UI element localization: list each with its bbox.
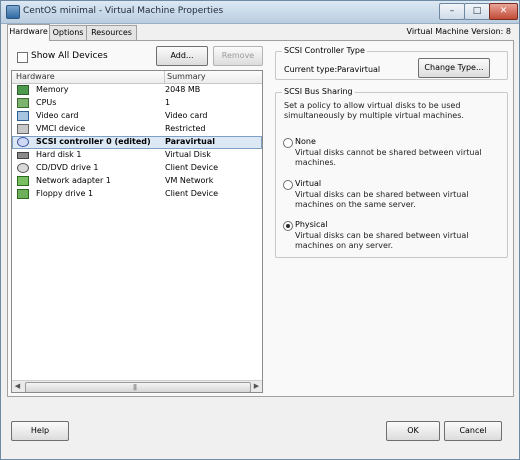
minimize-button[interactable]: –: [439, 3, 465, 20]
grip-icon: |||: [133, 384, 137, 391]
hardware-name: VMCI device: [36, 124, 86, 133]
radio-physical[interactable]: [283, 221, 293, 231]
ok-button[interactable]: OK: [386, 421, 440, 441]
radio-none-label[interactable]: None: [295, 137, 316, 147]
cd-dvd-icon: [17, 163, 29, 173]
hardware-name: SCSI controller 0 (edited): [36, 137, 151, 146]
hardware-name: Hard disk 1: [36, 150, 82, 159]
cancel-button[interactable]: Cancel: [444, 421, 502, 441]
hardware-summary: Restricted: [165, 124, 206, 133]
dialog-footer: Help OK Cancel: [1, 403, 519, 459]
hardware-name: CPUs: [36, 98, 57, 107]
hardware-summary: Paravirtual: [165, 137, 215, 146]
hardware-tab-panel: Show All Devices Add... Remove Hardware …: [7, 40, 514, 397]
hardware-row-scsi-controller[interactable]: SCSI controller 0 (edited) Paravirtual: [12, 136, 262, 149]
scsi-controller-type-title: SCSI Controller Type: [282, 46, 367, 55]
radio-virtual-description: Virtual disks can be shared between virt…: [295, 190, 469, 209]
scsi-controller-type-group: SCSI Controller Type Current type: Parav…: [275, 46, 508, 80]
vm-version-label: Virtual Machine Version: 8: [406, 27, 511, 36]
cpu-icon: [17, 98, 29, 108]
scroll-thumb[interactable]: |||: [25, 382, 251, 392]
virtual-machine-properties-dialog: CentOS minimal - Virtual Machine Propert…: [0, 0, 520, 460]
vm-app-icon: [6, 5, 20, 19]
hardware-name: Floppy drive 1: [36, 189, 94, 198]
window-title: CentOS minimal - Virtual Machine Propert…: [23, 6, 224, 16]
hardware-row-cd-dvd[interactable]: CD/DVD drive 1 Client Device: [12, 162, 262, 175]
tab-options[interactable]: Options: [48, 25, 88, 40]
horizontal-scrollbar[interactable]: ◀ ||| ▶: [12, 380, 262, 392]
hardware-column-header[interactable]: Hardware: [16, 72, 55, 81]
hardware-row-cpus[interactable]: CPUs 1: [12, 97, 262, 110]
hardware-summary: 1: [165, 98, 171, 107]
hardware-list: Hardware Summary Memory 2048 MB CPUs 1 V…: [11, 70, 263, 393]
scsi-controller-icon: [17, 137, 29, 147]
scsi-bus-sharing-group: SCSI Bus Sharing Set a policy to allow v…: [275, 87, 508, 258]
hardware-name: Video card: [36, 111, 79, 120]
hardware-name: CD/DVD drive 1: [36, 163, 99, 172]
hardware-summary: Virtual Disk: [165, 150, 211, 159]
hardware-summary: Client Device: [165, 163, 219, 172]
radio-virtual-label[interactable]: Virtual: [295, 179, 321, 189]
hardware-summary: 2048 MB: [165, 85, 201, 94]
network-adapter-icon: [17, 176, 29, 186]
radio-none-description: Virtual disks cannot be shared between v…: [295, 148, 482, 167]
hardware-row-video-card[interactable]: Video card Video card: [12, 110, 262, 123]
radio-physical-label[interactable]: Physical: [295, 220, 328, 230]
maximize-button[interactable]: □: [464, 3, 490, 20]
summary-column-header[interactable]: Summary: [167, 72, 206, 81]
hardware-name: Memory: [36, 85, 69, 94]
tab-hardware[interactable]: Hardware: [7, 24, 50, 41]
tab-resources[interactable]: Resources: [86, 25, 137, 40]
hardware-row-network-adapter[interactable]: Network adapter 1 VM Network: [12, 175, 262, 188]
memory-icon: [17, 85, 29, 95]
scroll-right-icon[interactable]: ▶: [251, 381, 262, 392]
scroll-left-icon[interactable]: ◀: [12, 381, 23, 392]
radio-none[interactable]: [283, 138, 293, 148]
add-hardware-button[interactable]: Add...: [156, 46, 208, 66]
show-all-devices-label[interactable]: Show All Devices: [31, 51, 108, 61]
scsi-bus-sharing-intro: Set a policy to allow virtual disks to b…: [284, 101, 464, 120]
hardware-row-hard-disk[interactable]: Hard disk 1 Virtual Disk: [12, 149, 262, 162]
current-type-label: Current type:: [284, 65, 338, 74]
change-type-button[interactable]: Change Type...: [418, 58, 490, 78]
hardware-name: Network adapter 1: [36, 176, 111, 185]
radio-physical-description: Virtual disks can be shared between virt…: [295, 231, 469, 250]
hardware-summary: Client Device: [165, 189, 219, 198]
remove-hardware-button[interactable]: Remove: [213, 46, 263, 66]
hardware-list-header: Hardware Summary: [12, 71, 262, 84]
radio-virtual[interactable]: [283, 180, 293, 190]
current-type-value: Paravirtual: [337, 65, 381, 74]
hard-disk-icon: [17, 152, 29, 159]
help-button[interactable]: Help: [11, 421, 69, 441]
floppy-icon: [17, 189, 29, 199]
hardware-row-memory[interactable]: Memory 2048 MB: [12, 84, 262, 97]
video-card-icon: [17, 111, 29, 121]
hardware-summary: Video card: [165, 111, 208, 120]
close-button[interactable]: ✕: [489, 3, 518, 20]
hardware-row-vmci-device[interactable]: VMCI device Restricted: [12, 123, 262, 136]
title-bar: CentOS minimal - Virtual Machine Propert…: [1, 1, 519, 24]
vmci-device-icon: [17, 124, 29, 134]
column-divider[interactable]: [164, 71, 165, 83]
hardware-summary: VM Network: [165, 176, 214, 185]
hardware-row-floppy[interactable]: Floppy drive 1 Client Device: [12, 188, 262, 201]
show-all-devices-checkbox[interactable]: [17, 52, 28, 63]
scsi-bus-sharing-title: SCSI Bus Sharing: [282, 87, 355, 96]
